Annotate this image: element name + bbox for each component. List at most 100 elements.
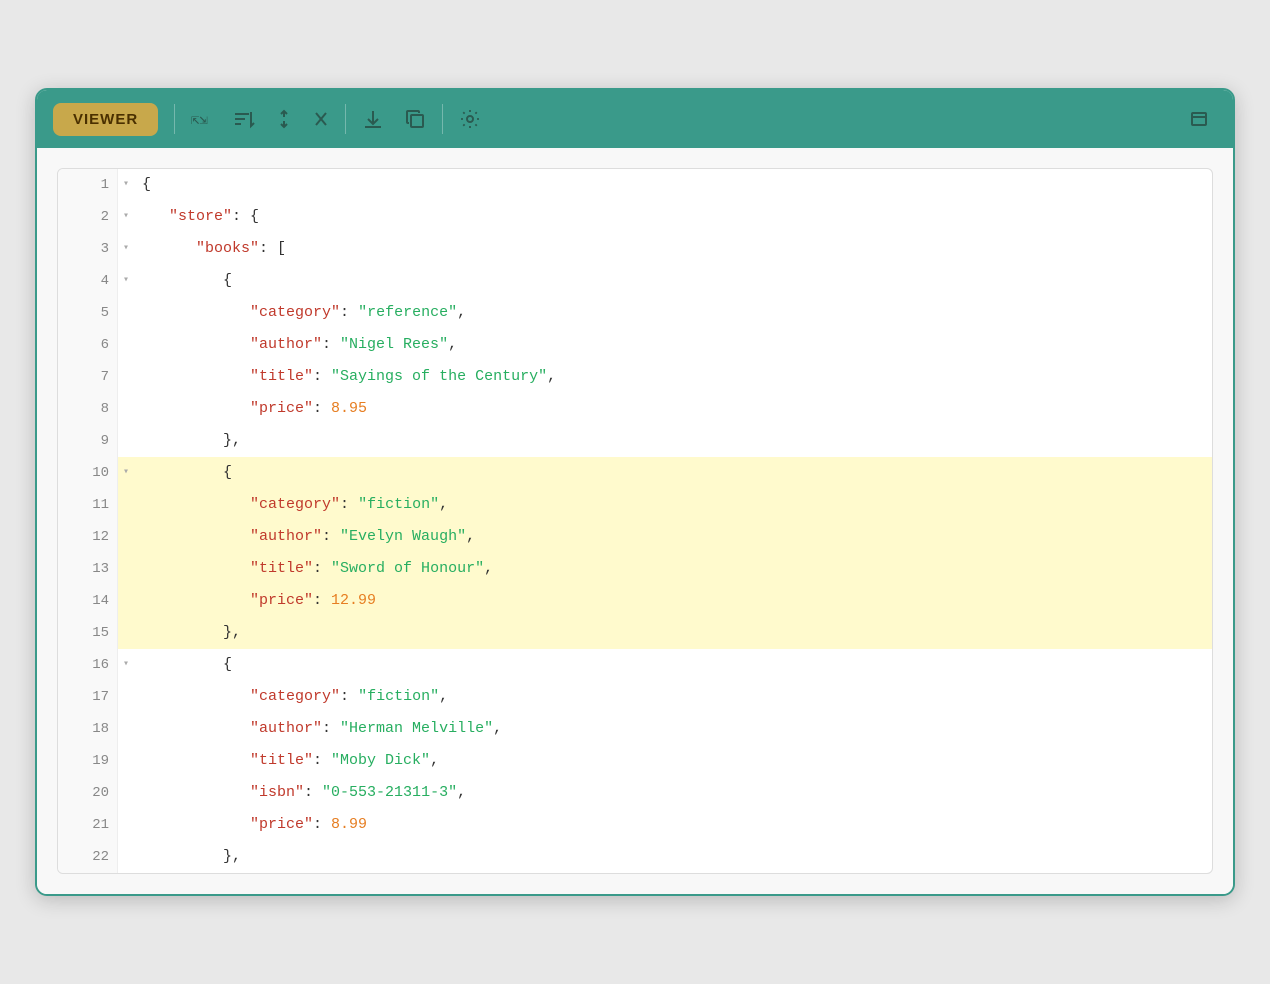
line-content-18: "author": "Herman Melville", [134,713,1212,745]
toolbar-right [1183,102,1217,136]
brand-label: VIEWER [53,103,158,136]
line-number-13: 13 [58,553,118,585]
collapse-17 [118,681,134,713]
code-line-3: 3 ▾ "books": [ [58,233,1212,265]
line-number-18: 18 [58,713,118,745]
collapse-2[interactable]: ▾ [118,201,134,233]
code-line-16: 16 ▾ { [58,649,1212,681]
line-number-10: 10 [58,457,118,489]
code-line-17: 17 "category": "fiction", [58,681,1212,713]
code-line-4: 4 ▾ { [58,265,1212,297]
line-number-1: 1 [58,169,118,201]
line-content-1: { [134,169,1212,201]
line-number-2: 2 [58,201,118,233]
line-content-12: "author": "Evelyn Waugh", [134,521,1212,553]
line-content-7: "title": "Sayings of the Century", [134,361,1212,393]
collapse-11 [118,489,134,521]
line-number-6: 6 [58,329,118,361]
line-number-12: 12 [58,521,118,553]
collapse-all-button[interactable]: ⇱⇲ [183,103,221,135]
line-number-15: 15 [58,617,118,649]
code-line-15: 15 }, [58,617,1212,649]
line-content-4: { [134,265,1212,297]
line-content-5: "category": "reference", [134,297,1212,329]
collapse-9 [118,425,134,457]
code-line-11: 11 "category": "fiction", [58,489,1212,521]
code-line-1: 1 ▾ { [58,169,1212,201]
expand-button[interactable] [267,103,301,135]
download-button[interactable] [354,102,392,136]
line-content-20: "isbn": "0-553-21311-3", [134,777,1212,809]
line-content-9: }, [134,425,1212,457]
collapse-6 [118,329,134,361]
collapse-14 [118,585,134,617]
line-content-16: { [134,649,1212,681]
collapse-22 [118,841,134,873]
line-number-3: 3 [58,233,118,265]
collapse-4[interactable]: ▾ [118,265,134,297]
collapse-1[interactable]: ▾ [118,169,134,201]
collapse-5 [118,297,134,329]
line-content-6: "author": "Nigel Rees", [134,329,1212,361]
collapse-18 [118,713,134,745]
line-number-16: 16 [58,649,118,681]
line-content-3: "books": [ [134,233,1212,265]
sort-button[interactable] [225,103,263,135]
collapse-15 [118,617,134,649]
line-content-8: "price": 8.95 [134,393,1212,425]
divider-3 [442,104,443,134]
collapse-16[interactable]: ▾ [118,649,134,681]
collapse-3[interactable]: ▾ [118,233,134,265]
code-line-14: 14 "price": 12.99 [58,585,1212,617]
line-number-21: 21 [58,809,118,841]
collapse-10[interactable]: ▾ [118,457,134,489]
code-line-21: 21 "price": 8.99 [58,809,1212,841]
collapse-21 [118,809,134,841]
code-line-6: 6 "author": "Nigel Rees", [58,329,1212,361]
line-number-7: 7 [58,361,118,393]
line-number-8: 8 [58,393,118,425]
line-number-22: 22 [58,841,118,873]
toolbar: VIEWER ⇱⇲ [37,90,1233,148]
code-line-19: 19 "title": "Moby Dick", [58,745,1212,777]
code-viewer: 1 ▾ { 2 ▾ "store": { 3 ▾ "books": [ [57,168,1213,874]
settings-button[interactable] [451,102,489,136]
divider-2 [345,104,346,134]
code-line-2: 2 ▾ "store": { [58,201,1212,233]
restore-window-button[interactable] [1183,102,1217,136]
line-number-11: 11 [58,489,118,521]
code-line-5: 5 "category": "reference", [58,297,1212,329]
line-number-14: 14 [58,585,118,617]
code-line-13: 13 "title": "Sword of Honour", [58,553,1212,585]
copy-button[interactable] [396,102,434,136]
line-number-5: 5 [58,297,118,329]
line-content-22: }, [134,841,1212,873]
line-content-2: "store": { [134,201,1212,233]
minimize-button[interactable] [305,103,337,135]
code-line-12: 12 "author": "Evelyn Waugh", [58,521,1212,553]
line-content-21: "price": 8.99 [134,809,1212,841]
collapse-12 [118,521,134,553]
line-content-15: }, [134,617,1212,649]
code-line-8: 8 "price": 8.95 [58,393,1212,425]
collapse-8 [118,393,134,425]
line-content-10: { [134,457,1212,489]
line-number-20: 20 [58,777,118,809]
collapse-13 [118,553,134,585]
toolbar-group-2 [354,102,434,136]
code-line-22: 22 }, [58,841,1212,873]
code-lines: 1 ▾ { 2 ▾ "store": { 3 ▾ "books": [ [58,169,1212,873]
code-line-20: 20 "isbn": "0-553-21311-3", [58,777,1212,809]
code-line-10: 10 ▾ { [58,457,1212,489]
content-area: 1 ▾ { 2 ▾ "store": { 3 ▾ "books": [ [37,148,1233,894]
code-line-18: 18 "author": "Herman Melville", [58,713,1212,745]
main-window: VIEWER ⇱⇲ [35,88,1235,896]
divider-1 [174,104,175,134]
code-line-9: 9 }, [58,425,1212,457]
line-number-19: 19 [58,745,118,777]
code-line-7: 7 "title": "Sayings of the Century", [58,361,1212,393]
line-number-4: 4 [58,265,118,297]
toolbar-group-1: ⇱⇲ [183,103,337,135]
collapse-20 [118,777,134,809]
line-content-11: "category": "fiction", [134,489,1212,521]
